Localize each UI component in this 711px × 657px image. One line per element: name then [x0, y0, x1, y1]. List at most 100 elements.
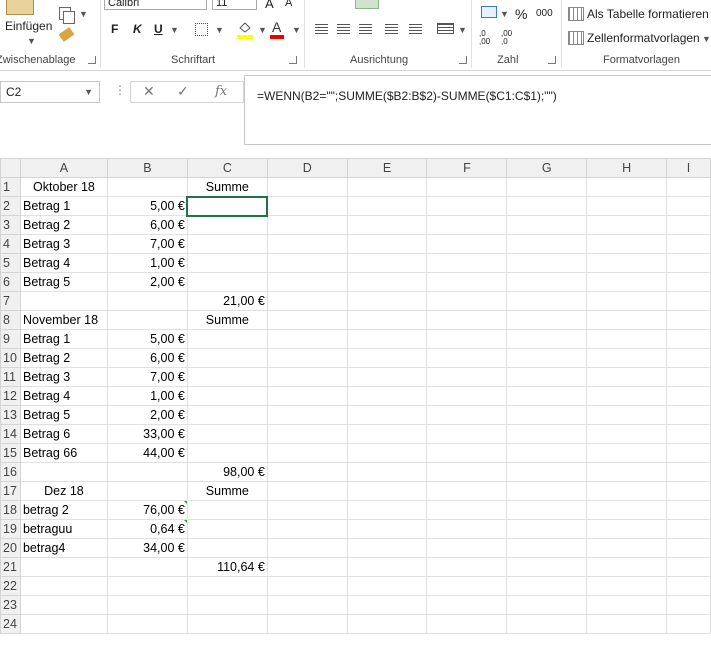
cell-empty[interactable] — [346, 310, 428, 330]
paste-dropdown-icon[interactable]: ▼ — [27, 36, 36, 46]
cell-c[interactable] — [186, 595, 268, 615]
cell-a[interactable]: November 18 — [19, 310, 108, 330]
cell-empty[interactable] — [586, 177, 668, 197]
cell-empty[interactable] — [506, 424, 588, 444]
copy-icon[interactable] — [59, 7, 75, 24]
cell-empty[interactable] — [346, 538, 428, 558]
row-header[interactable]: 7 — [0, 291, 21, 311]
cell-empty[interactable] — [266, 557, 348, 577]
cell-empty[interactable] — [346, 481, 428, 501]
cell-empty[interactable] — [426, 557, 508, 577]
fill-color-dropdown-icon[interactable]: ▼ — [258, 25, 267, 35]
cell-a[interactable]: Oktober 18 — [19, 177, 108, 197]
cell-b[interactable] — [106, 177, 188, 197]
cell-b[interactable]: 7,00 € — [106, 234, 188, 254]
row-header[interactable]: 9 — [0, 329, 21, 349]
cell-empty[interactable] — [586, 595, 668, 615]
cell-b[interactable]: 2,00 € — [106, 405, 188, 425]
cell-a[interactable]: Betrag 3 — [19, 234, 108, 254]
row-header[interactable]: 21 — [0, 557, 21, 577]
accounting-dropdown-icon[interactable]: ▼ — [500, 9, 509, 19]
cell-empty[interactable] — [666, 291, 711, 311]
column-header-f[interactable]: F — [426, 158, 508, 178]
cell-b[interactable]: 6,00 € — [106, 348, 188, 368]
cell-empty[interactable] — [266, 291, 348, 311]
cell-empty[interactable] — [346, 500, 428, 520]
cell-empty[interactable] — [346, 614, 428, 634]
row-header[interactable]: 11 — [0, 367, 21, 387]
cell-empty[interactable] — [346, 519, 428, 539]
font-size-select[interactable]: 11 — [212, 0, 257, 10]
cell-empty[interactable] — [506, 462, 588, 482]
cell-empty[interactable] — [666, 215, 711, 235]
cell-empty[interactable] — [346, 405, 428, 425]
cell-c[interactable] — [186, 272, 268, 292]
cancel-icon[interactable]: ✕ — [143, 83, 155, 100]
cell-empty[interactable] — [586, 234, 668, 254]
cell-empty[interactable] — [426, 329, 508, 349]
cell-empty[interactable] — [506, 538, 588, 558]
cell-a[interactable]: betrag4 — [19, 538, 108, 558]
cell-empty[interactable] — [506, 367, 588, 387]
cell-c[interactable] — [186, 215, 268, 235]
name-box[interactable]: C2 ▼ — [0, 81, 100, 103]
cell-empty[interactable] — [426, 196, 508, 216]
cell-empty[interactable] — [346, 215, 428, 235]
cell-empty[interactable] — [266, 405, 348, 425]
cell-c[interactable]: 21,00 € — [186, 291, 268, 311]
cell-b[interactable]: 5,00 € — [106, 329, 188, 349]
cell-empty[interactable] — [666, 557, 711, 577]
cell-c[interactable]: 110,64 € — [186, 557, 268, 577]
cell-empty[interactable] — [506, 348, 588, 368]
cell-empty[interactable] — [666, 614, 711, 634]
cell-empty[interactable] — [586, 291, 668, 311]
insert-function-icon[interactable]: fx — [215, 84, 227, 99]
cell-empty[interactable] — [426, 253, 508, 273]
bold-button[interactable]: F — [111, 22, 118, 36]
cell-empty[interactable] — [586, 500, 668, 520]
paste-button[interactable]: Einfügen — [5, 19, 52, 33]
cell-b[interactable]: 0,64 € — [106, 519, 188, 539]
cell-empty[interactable] — [586, 215, 668, 235]
cell-empty[interactable] — [586, 386, 668, 406]
column-header-c[interactable]: C — [186, 158, 268, 178]
cell-a[interactable] — [19, 291, 108, 311]
alignment-launcher-icon[interactable] — [459, 56, 467, 64]
cell-empty[interactable] — [666, 462, 711, 482]
cell-b[interactable]: 5,00 € — [106, 196, 188, 216]
cell-empty[interactable] — [266, 348, 348, 368]
cell-c[interactable] — [186, 424, 268, 444]
column-header-a[interactable]: A — [19, 158, 108, 178]
cell-empty[interactable] — [506, 481, 588, 501]
cell-empty[interactable] — [426, 386, 508, 406]
merge-dropdown-icon[interactable]: ▼ — [458, 25, 467, 35]
cell-c[interactable]: 98,00 € — [186, 462, 268, 482]
cell-empty[interactable] — [426, 538, 508, 558]
cell-b[interactable] — [106, 291, 188, 311]
cell-c[interactable] — [186, 367, 268, 387]
cell-empty[interactable] — [586, 557, 668, 577]
cell-empty[interactable] — [666, 424, 711, 444]
cell-empty[interactable] — [506, 519, 588, 539]
cell-a[interactable]: Betrag 1 — [19, 196, 108, 216]
cell-empty[interactable] — [506, 557, 588, 577]
cell-b[interactable]: 44,00 € — [106, 443, 188, 463]
cell-empty[interactable] — [426, 614, 508, 634]
cell-empty[interactable] — [506, 310, 588, 330]
cell-c[interactable] — [186, 538, 268, 558]
cell-empty[interactable] — [586, 443, 668, 463]
borders-dropdown-icon[interactable]: ▼ — [215, 25, 224, 35]
more-options-icon[interactable]: ⋮ — [114, 83, 126, 97]
align-right-icon[interactable] — [359, 24, 372, 34]
cell-empty[interactable] — [266, 215, 348, 235]
cell-empty[interactable] — [346, 272, 428, 292]
cell-empty[interactable] — [426, 348, 508, 368]
column-header-h[interactable]: H — [586, 158, 668, 178]
cell-empty[interactable] — [266, 310, 348, 330]
cell-empty[interactable] — [346, 576, 428, 596]
cell-empty[interactable] — [506, 576, 588, 596]
cell-c[interactable] — [186, 386, 268, 406]
cell-empty[interactable] — [666, 405, 711, 425]
column-header-i[interactable]: I — [666, 158, 711, 178]
cell-b[interactable] — [106, 557, 188, 577]
